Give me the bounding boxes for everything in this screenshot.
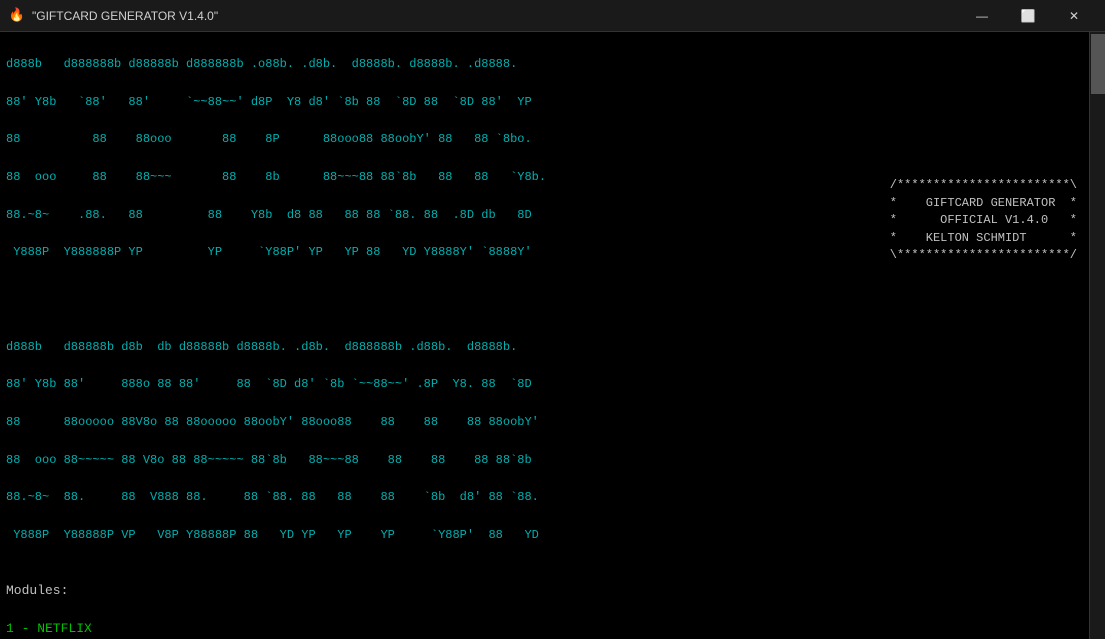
- comment-title: * GIFTCARD GENERATOR *: [890, 196, 1077, 210]
- ascii-art-line10: 88 88ooooo 88V8o 88 88ooooo 88oobY' 88oo…: [6, 415, 539, 429]
- comment-bottom: \************************/: [890, 248, 1077, 262]
- ascii-art-line2: 88' Y8b `88' 88' `~~88~~' d8P Y8 d8' `8b…: [6, 95, 532, 109]
- comment-box: /************************\ * GIFTCARD GE…: [890, 160, 1077, 282]
- module-1: 1 - NETFLIX: [6, 621, 92, 636]
- maximize-button[interactable]: ⬜: [1005, 0, 1051, 32]
- scrollbar-thumb[interactable]: [1091, 34, 1105, 94]
- ascii-art-line12: 88.~8~ 88. 88 V888 88. 88 `88. 88 88 88 …: [6, 490, 539, 504]
- comment-version: * OFFICIAL V1.4.0 *: [890, 213, 1077, 227]
- app-icon: 🔥: [8, 7, 26, 25]
- title-bar: 🔥 "GIFTCARD GENERATOR V1.4.0" — ⬜ ✕: [0, 0, 1105, 32]
- ascii-art-line13: Y888P Y88888P VP V8P Y88888P 88 YD YP YP…: [6, 528, 539, 542]
- minimize-button[interactable]: —: [959, 0, 1005, 32]
- comment-top: /************************\: [890, 178, 1077, 192]
- title-bar-left: 🔥 "GIFTCARD GENERATOR V1.4.0": [8, 7, 218, 25]
- window-controls[interactable]: — ⬜ ✕: [959, 0, 1097, 32]
- ascii-art-line4: 88 ooo 88 88~~~ 88 8b 88~~~88 88`8b 88 8…: [6, 170, 546, 184]
- scrollbar[interactable]: [1089, 32, 1105, 639]
- console-area: d888b d888888b d88888b d888888b .o88b. .…: [0, 32, 1105, 639]
- close-button[interactable]: ✕: [1051, 0, 1097, 32]
- window-title: "GIFTCARD GENERATOR V1.4.0": [32, 9, 218, 23]
- ascii-art-line3: 88 88 88ooo 88 8P 88ooo88 88oobY' 88 88 …: [6, 132, 532, 146]
- ascii-art-spacer: [6, 302, 13, 316]
- ascii-art-line8: d888b d88888b d8b db d88888b d8888b. .d8…: [6, 340, 517, 354]
- ascii-art-line1: d888b d888888b d88888b d888888b .o88b. .…: [6, 57, 517, 71]
- comment-author: * KELTON SCHMIDT *: [890, 231, 1077, 245]
- console-content[interactable]: d888b d888888b d88888b d888888b .o88b. .…: [0, 32, 1089, 639]
- modules-label: Modules:: [6, 583, 68, 598]
- ascii-art-line9: 88' Y8b 88' 888o 88 88' 88 `8D d8' `8b `…: [6, 377, 532, 391]
- ascii-art-line11: 88 ooo 88~~~~~ 88 V8o 88 88~~~~~ 88`8b 8…: [6, 453, 532, 467]
- ascii-art-line5: 88.~8~ .88. 88 88 Y8b d8 88 88 88 `88. 8…: [6, 208, 532, 222]
- ascii-art-line6: Y888P Y888888P YP YP `Y88P' YP YP 88 YD …: [6, 245, 532, 259]
